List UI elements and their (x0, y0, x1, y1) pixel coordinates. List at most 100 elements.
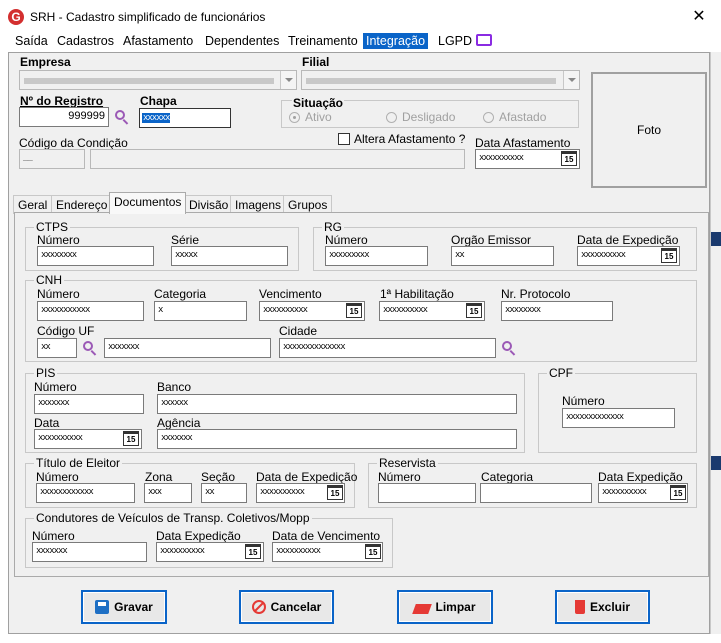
search-icon[interactable] (500, 339, 518, 357)
excluir-label: Excluir (589, 600, 631, 614)
limpar-button[interactable]: Limpar (397, 590, 493, 624)
menu-bar: Saída Cadastros Afastamento Dependentes … (0, 31, 721, 51)
condicao-description-input[interactable] (90, 149, 465, 169)
reservista-numero-input[interactable] (378, 483, 476, 503)
window-title: SRH - Cadastro simplificado de funcionár… (30, 10, 266, 24)
calendar-icon[interactable]: 15 (327, 485, 343, 500)
calendar-icon[interactable]: 15 (670, 485, 686, 500)
trash-icon (574, 600, 585, 614)
cnh-protocolo-input[interactable]: xxxxxxxx (501, 301, 613, 321)
titulo-numero-label: Número (36, 470, 79, 484)
menu-treinamento[interactable]: Treinamento (285, 33, 361, 49)
mopp-numero-input[interactable]: xxxxxxx (32, 542, 147, 562)
cnh-categoria-label: Categoria (154, 287, 207, 301)
reservista-title: Reservista (377, 456, 438, 470)
eraser-icon (412, 604, 433, 614)
titulo-zona-input[interactable]: xxx (144, 483, 192, 503)
calendar-icon[interactable]: 15 (346, 303, 362, 318)
cnh-title: CNH (34, 273, 64, 287)
menu-integracao[interactable]: Integração (363, 33, 429, 49)
calendar-icon[interactable]: 15 (123, 431, 139, 446)
radio-desligado[interactable]: Desligado (386, 110, 455, 124)
chapa-label: Chapa (140, 94, 177, 108)
titulo-secao-label: Seção (201, 470, 236, 484)
cnh-uf-name-input[interactable]: xxxxxxx (104, 338, 271, 358)
cpf-numero-label: Número (562, 394, 605, 408)
registro-input[interactable]: 999999 (19, 107, 109, 127)
data-afastamento-label: Data Afastamento (475, 136, 571, 150)
mopp-data-expedicao-label: Data Expedição (156, 529, 241, 543)
filial-label: Filial (302, 55, 330, 69)
ctps-serie-label: Série (171, 233, 200, 247)
calendar-icon[interactable]: 15 (245, 544, 261, 559)
filial-value-blurred (306, 78, 556, 84)
mopp-data-vencimento-label: Data de Vencimento (272, 529, 381, 543)
condicao-code-input[interactable]: __ (19, 149, 85, 169)
pis-agencia-input[interactable]: xxxxxxx (157, 429, 517, 449)
pis-banco-label: Banco (157, 380, 192, 394)
rg-numero-input[interactable]: xxxxxxxxx (325, 246, 428, 266)
excluir-button[interactable]: Excluir (555, 590, 650, 624)
pis-numero-input[interactable]: xxxxxxx (34, 394, 144, 414)
photo-box[interactable]: Foto (591, 72, 707, 188)
search-icon[interactable] (113, 108, 131, 126)
rg-data-label: Data de Expedição (577, 233, 679, 247)
cnh-uf-input[interactable]: xx (37, 338, 77, 358)
titulo-data-label: Data de Expedição (256, 470, 358, 484)
cnh-numero-input[interactable]: xxxxxxxxxxx (37, 301, 144, 321)
rg-orgao-input[interactable]: xx (451, 246, 554, 266)
calendar-icon[interactable]: 15 (466, 303, 482, 318)
empresa-select[interactable] (19, 70, 297, 90)
chevron-down-icon (563, 71, 579, 89)
titulo-zona-label: Zona (145, 470, 173, 484)
menu-lgpd[interactable]: LGPD (435, 33, 475, 49)
altera-afastamento-label: Altera Afastamento ? (354, 132, 466, 146)
background-window-edge-mark (711, 456, 721, 470)
radio-ativo[interactable]: Ativo (289, 110, 332, 124)
calendar-icon[interactable]: 15 (661, 248, 677, 263)
rg-orgao-label: Orgão Emissor (451, 233, 532, 247)
titulo-numero-input[interactable]: xxxxxxxxxxxx (36, 483, 135, 503)
close-icon[interactable]: ✕ (690, 6, 708, 26)
ctps-serie-input[interactable]: xxxxx (171, 246, 288, 266)
rg-title: RG (322, 220, 344, 234)
reservista-numero-label: Número (378, 470, 421, 484)
cnh-cidade-input[interactable]: xxxxxxxxxxxxxx (279, 338, 496, 358)
search-icon[interactable] (81, 339, 99, 357)
registro-label: Nº do Registro (20, 94, 104, 108)
cnh-uf-label: Código UF (37, 324, 95, 338)
cnh-protocolo-label: Nr. Protocolo (501, 287, 571, 301)
empresa-label: Empresa (20, 55, 71, 69)
ctps-numero-input[interactable]: xxxxxxxx (37, 246, 154, 266)
altera-afastamento-checkbox[interactable] (338, 133, 350, 145)
filial-select[interactable] (301, 70, 580, 90)
calendar-icon[interactable]: 15 (365, 544, 381, 559)
tab-documentos[interactable]: Documentos (109, 192, 187, 214)
monitor-icon[interactable] (476, 34, 492, 46)
cnh-categoria-input[interactable]: x (154, 301, 247, 321)
calendar-icon[interactable]: 15 (561, 151, 577, 166)
reservista-categoria-input[interactable] (480, 483, 592, 503)
chapa-input[interactable]: xxxxxx (139, 108, 231, 128)
pis-numero-label: Número (34, 380, 77, 394)
reservista-data-label: Data Expedição (598, 470, 683, 484)
pis-title: PIS (34, 366, 58, 380)
cancelar-button[interactable]: Cancelar (239, 590, 334, 624)
menu-cadastros[interactable]: Cadastros (54, 33, 117, 49)
pis-data-label: Data (34, 416, 60, 430)
menu-afastamento[interactable]: Afastamento (120, 33, 196, 49)
pis-banco-input[interactable]: xxxxxx (157, 394, 517, 414)
menu-dependentes[interactable]: Dependentes (202, 33, 282, 49)
menu-saida[interactable]: Saída (12, 33, 51, 49)
gravar-button[interactable]: Gravar (81, 590, 167, 624)
cnh-vencimento-label: Vencimento (259, 287, 322, 301)
rg-numero-label: Número (325, 233, 368, 247)
cpf-numero-input[interactable]: xxxxxxxxxxxxx (562, 408, 675, 428)
mopp-numero-label: Número (32, 529, 75, 543)
cancel-icon (251, 600, 266, 614)
gravar-label: Gravar (114, 600, 153, 614)
chapa-selected-text: xxxxxx (142, 113, 170, 123)
radio-afastado[interactable]: Afastado (483, 110, 546, 124)
titulo-secao-input[interactable]: xx (201, 483, 247, 503)
background-window-edge-mark (711, 232, 721, 246)
